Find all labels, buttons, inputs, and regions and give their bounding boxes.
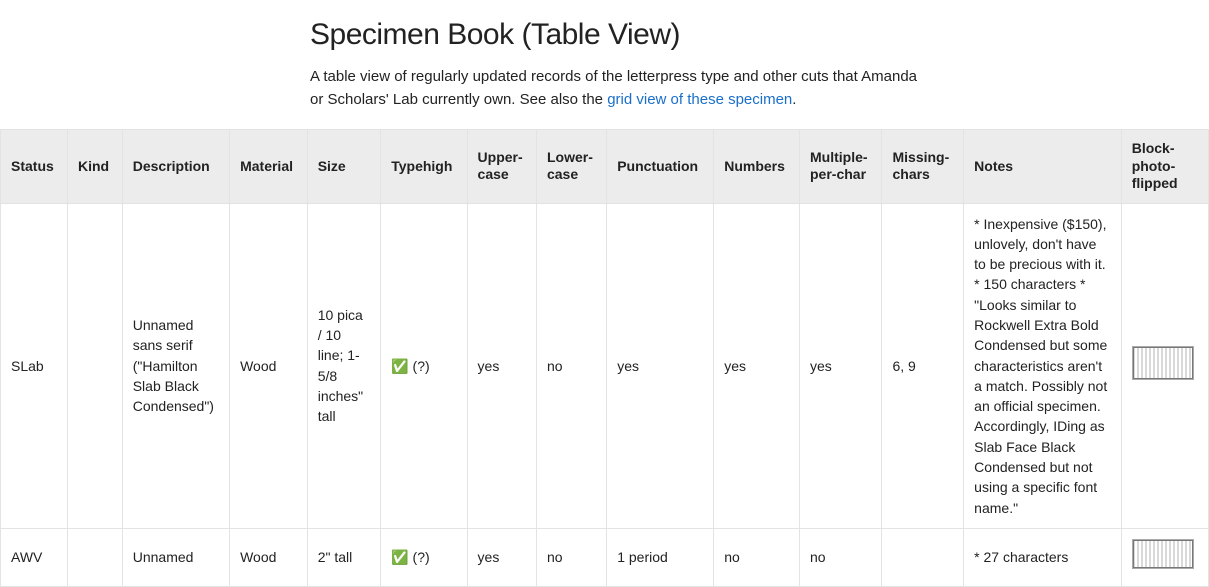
cell-notes: * 27 characters <box>964 528 1122 586</box>
col-header-multi: Multiple-per-char <box>800 130 882 204</box>
cell-size: 2" tall <box>307 528 381 586</box>
col-header-lower: Lower-case <box>536 130 606 204</box>
cell-notes: * Inexpensive ($150), unlovely, don't ha… <box>964 203 1122 528</box>
cell-upper: yes <box>467 203 536 528</box>
cell-photo <box>1121 203 1208 528</box>
cell-description: Unnamed <box>122 528 229 586</box>
cell-kind <box>68 203 123 528</box>
cell-punct: yes <box>607 203 714 528</box>
cell-missing: 6, 9 <box>882 203 964 528</box>
col-header-missing: Missing-chars <box>882 130 964 204</box>
desc-post: . <box>792 91 796 108</box>
cell-missing <box>882 528 964 586</box>
table-row: SLab Unnamed sans serif ("Hamilton Slab … <box>1 203 1209 528</box>
cell-typehigh: ✅ (?) <box>381 203 467 528</box>
typehigh-value: ✅ (?) <box>391 549 429 565</box>
cell-multi: no <box>800 528 882 586</box>
col-header-status: Status <box>1 130 68 204</box>
cell-typehigh: ✅ (?) <box>381 528 467 586</box>
col-header-size: Size <box>307 130 381 204</box>
col-header-numbers: Numbers <box>714 130 800 204</box>
cell-numbers: no <box>714 528 800 586</box>
col-header-typehigh: Typehigh <box>381 130 467 204</box>
col-header-photo: Block-photo-flipped <box>1121 130 1208 204</box>
cell-status: AWV <box>1 528 68 586</box>
page-description: A table view of regularly updated record… <box>310 66 920 111</box>
block-photo-thumbnail[interactable] <box>1132 539 1194 569</box>
cell-status: SLab <box>1 203 68 528</box>
col-header-kind: Kind <box>68 130 123 204</box>
table-row: AWV Unnamed Wood 2" tall ✅ (?) yes no 1 … <box>1 528 1209 586</box>
col-header-description: Description <box>122 130 229 204</box>
specimen-table: Status Kind Description Material Size Ty… <box>0 129 1209 587</box>
table-header-row: Status Kind Description Material Size Ty… <box>1 130 1209 204</box>
cell-punct: 1 period <box>607 528 714 586</box>
col-header-upper: Upper-case <box>467 130 536 204</box>
cell-photo <box>1121 528 1208 586</box>
col-header-notes: Notes <box>964 130 1122 204</box>
cell-material: Wood <box>230 203 308 528</box>
cell-description: Unnamed sans serif ("Hamilton Slab Black… <box>122 203 229 528</box>
col-header-material: Material <box>230 130 308 204</box>
typehigh-value: ✅ (?) <box>391 358 429 374</box>
page-title: Specimen Book (Table View) <box>310 18 1209 52</box>
cell-size: 10 pica / 10 line; 1-5/8 inches" tall <box>307 203 381 528</box>
cell-upper: yes <box>467 528 536 586</box>
grid-view-link[interactable]: grid view of these specimen <box>607 91 792 108</box>
cell-multi: yes <box>800 203 882 528</box>
cell-lower: no <box>536 528 606 586</box>
cell-material: Wood <box>230 528 308 586</box>
cell-numbers: yes <box>714 203 800 528</box>
block-photo-thumbnail[interactable] <box>1132 346 1194 380</box>
cell-kind <box>68 528 123 586</box>
col-header-punct: Punctuation <box>607 130 714 204</box>
cell-lower: no <box>536 203 606 528</box>
